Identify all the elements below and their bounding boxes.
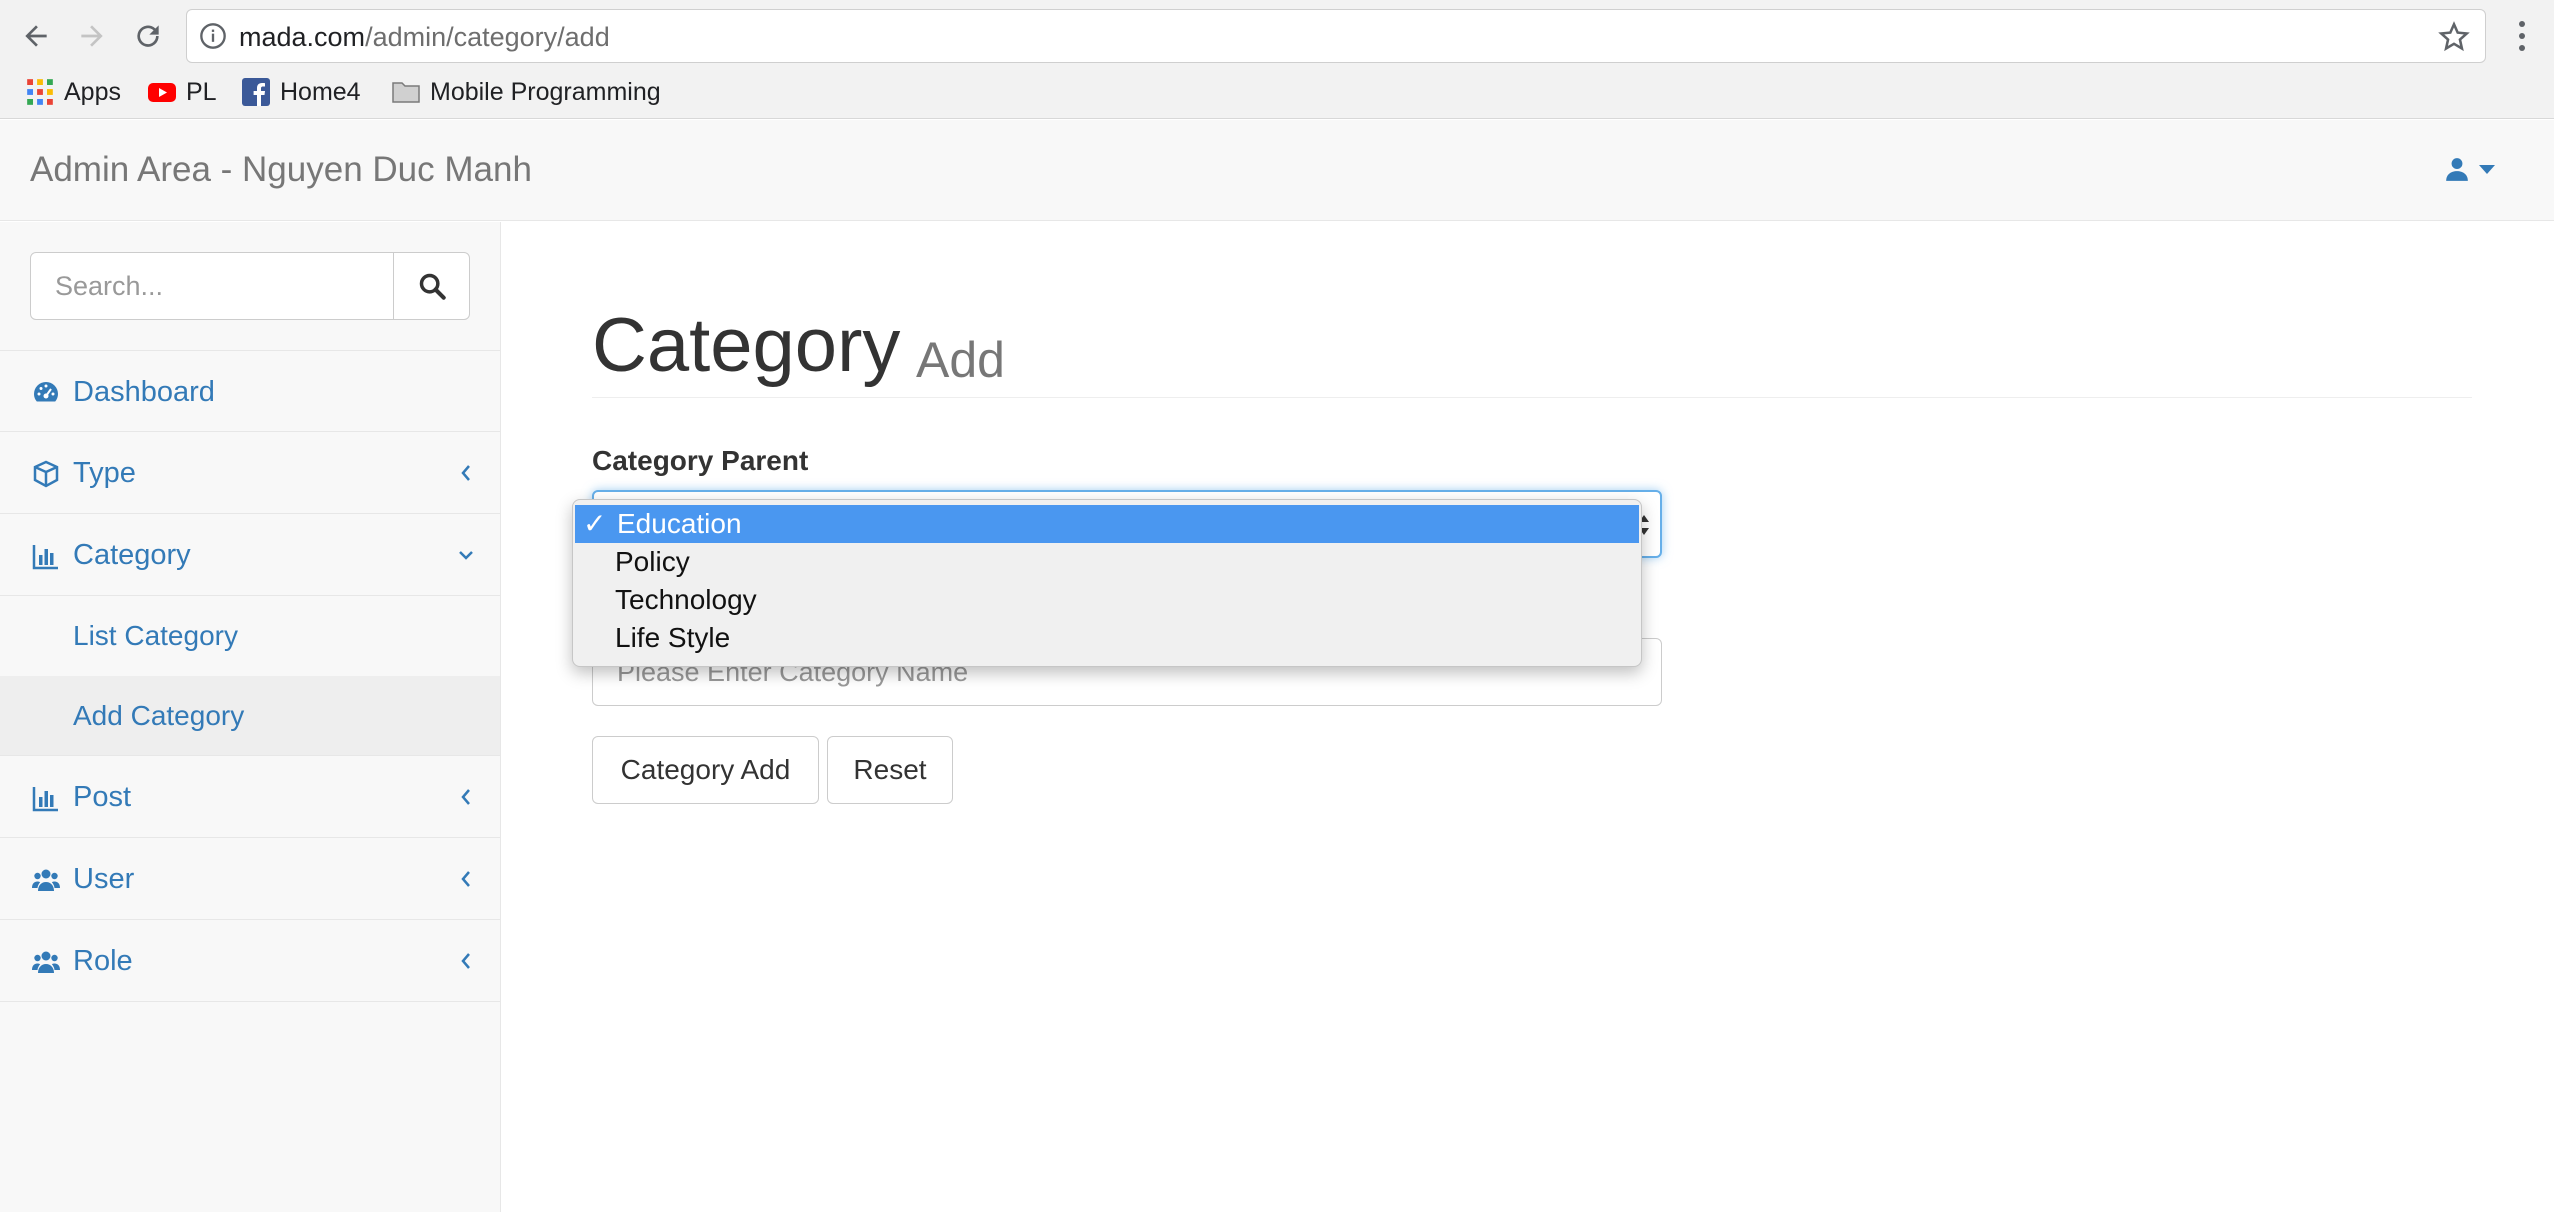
checkmark-icon: ✓ [583, 508, 607, 539]
sidebar-subitem-label: Add Category [73, 700, 245, 731]
dropdown-option-label: Education [617, 508, 742, 539]
caret-down-icon [2479, 165, 2495, 174]
sidebar-item-label: Type [73, 457, 136, 489]
sidebar-item-category[interactable]: Category [0, 514, 500, 596]
search-icon [419, 273, 446, 300]
brand-title[interactable]: Admin Area - Nguyen Duc Manh [30, 150, 532, 190]
dropdown-option-technology[interactable]: Technology [573, 581, 1641, 619]
category-parent-dropdown: ✓ Education Policy Technology Life Style [572, 499, 1642, 667]
bookmark-mobile-programming[interactable]: Mobile Programming [392, 72, 661, 112]
reload-icon [137, 25, 159, 47]
bookmark-label: Apps [64, 77, 121, 106]
dropdown-option-label: Policy [615, 546, 690, 577]
url-path: /admin/category/add [365, 22, 610, 52]
bookmark-star-icon[interactable] [2437, 20, 2471, 54]
back-button[interactable] [14, 14, 58, 58]
back-arrow-icon [25, 25, 47, 47]
chevron-left-icon [461, 789, 470, 805]
bar-chart-icon [32, 545, 58, 570]
search-button[interactable] [393, 252, 470, 320]
admin-navbar: Admin Area - Nguyen Duc Manh [0, 120, 2554, 221]
browser-chrome: mada.com/admin/category/add Apps PL Home… [0, 0, 2554, 119]
sidebar-subitem-label: List Category [73, 620, 238, 651]
dropdown-option-life-style[interactable]: Life Style [573, 619, 1641, 657]
sidebar-item-type[interactable]: Type [0, 432, 500, 514]
sidebar-search [30, 252, 470, 320]
page-header: Category Add [592, 302, 2472, 398]
bookmark-apps[interactable]: Apps [26, 72, 121, 112]
more-vert-icon[interactable] [2510, 16, 2534, 56]
facebook-icon [242, 78, 270, 106]
users-icon [32, 951, 60, 973]
cube-icon [33, 460, 59, 488]
category-add-button[interactable]: Category Add [592, 736, 819, 804]
bookmark-label: PL [186, 77, 217, 106]
url-host: mada.com [239, 22, 366, 52]
bookmark-pl[interactable]: PL [148, 72, 217, 112]
dashboard-icon [34, 382, 58, 402]
youtube-icon [148, 83, 176, 102]
chevron-left-icon [461, 465, 470, 481]
dropdown-option-education[interactable]: ✓ Education [575, 505, 1639, 543]
sidebar-nav: Dashboard Type Category List Category Ad… [0, 350, 500, 1002]
bookmark-label: Home4 [280, 77, 361, 106]
apps-grid-icon [27, 79, 53, 105]
sidebar-item-label: Dashboard [73, 376, 215, 408]
user-icon [2446, 158, 2468, 181]
users-icon [32, 869, 60, 891]
dropdown-option-policy[interactable]: Policy [573, 543, 1641, 581]
sidebar-item-label: User [73, 863, 135, 895]
url-text[interactable]: mada.com/admin/category/add [239, 22, 610, 52]
search-input[interactable] [30, 252, 394, 320]
sidebar-item-label: Post [73, 781, 132, 813]
sidebar-subitem-list-category[interactable]: List Category [0, 596, 500, 676]
folder-icon [392, 82, 420, 103]
sidebar-subitem-add-category[interactable]: Add Category [0, 676, 500, 756]
chevron-down-icon [459, 551, 473, 560]
dropdown-option-label: Technology [615, 584, 757, 615]
bookmark-label: Mobile Programming [430, 77, 661, 106]
main-content: Category Add Category Parent Category Ad… [502, 222, 2554, 1212]
sidebar-item-label: Role [73, 945, 133, 977]
chevron-left-icon [461, 871, 470, 887]
sidebar-item-post[interactable]: Post [0, 756, 500, 838]
info-icon[interactable] [199, 22, 227, 50]
bookmark-home4[interactable]: Home4 [242, 72, 361, 112]
dropdown-option-label: Life Style [615, 622, 731, 653]
category-parent-label: Category Parent [592, 445, 809, 476]
sidebar-item-user[interactable]: User [0, 838, 500, 920]
sidebar-item-label: Category [73, 539, 191, 571]
user-menu-toggle[interactable] [2444, 156, 2496, 182]
reset-button[interactable]: Reset [827, 736, 953, 804]
chevron-left-icon [461, 953, 470, 969]
forward-arrow-icon [81, 25, 103, 47]
reload-button[interactable] [126, 14, 170, 58]
page-title: Category [592, 303, 901, 388]
sidebar-item-role[interactable]: Role [0, 920, 500, 1002]
sidebar: Dashboard Type Category List Category Ad… [0, 222, 501, 1212]
address-bar[interactable]: mada.com/admin/category/add [186, 9, 2486, 63]
sidebar-item-dashboard[interactable]: Dashboard [0, 350, 500, 432]
page-subtitle: Add [916, 332, 1005, 388]
forward-button[interactable] [70, 14, 114, 58]
bar-chart-icon [32, 787, 58, 812]
